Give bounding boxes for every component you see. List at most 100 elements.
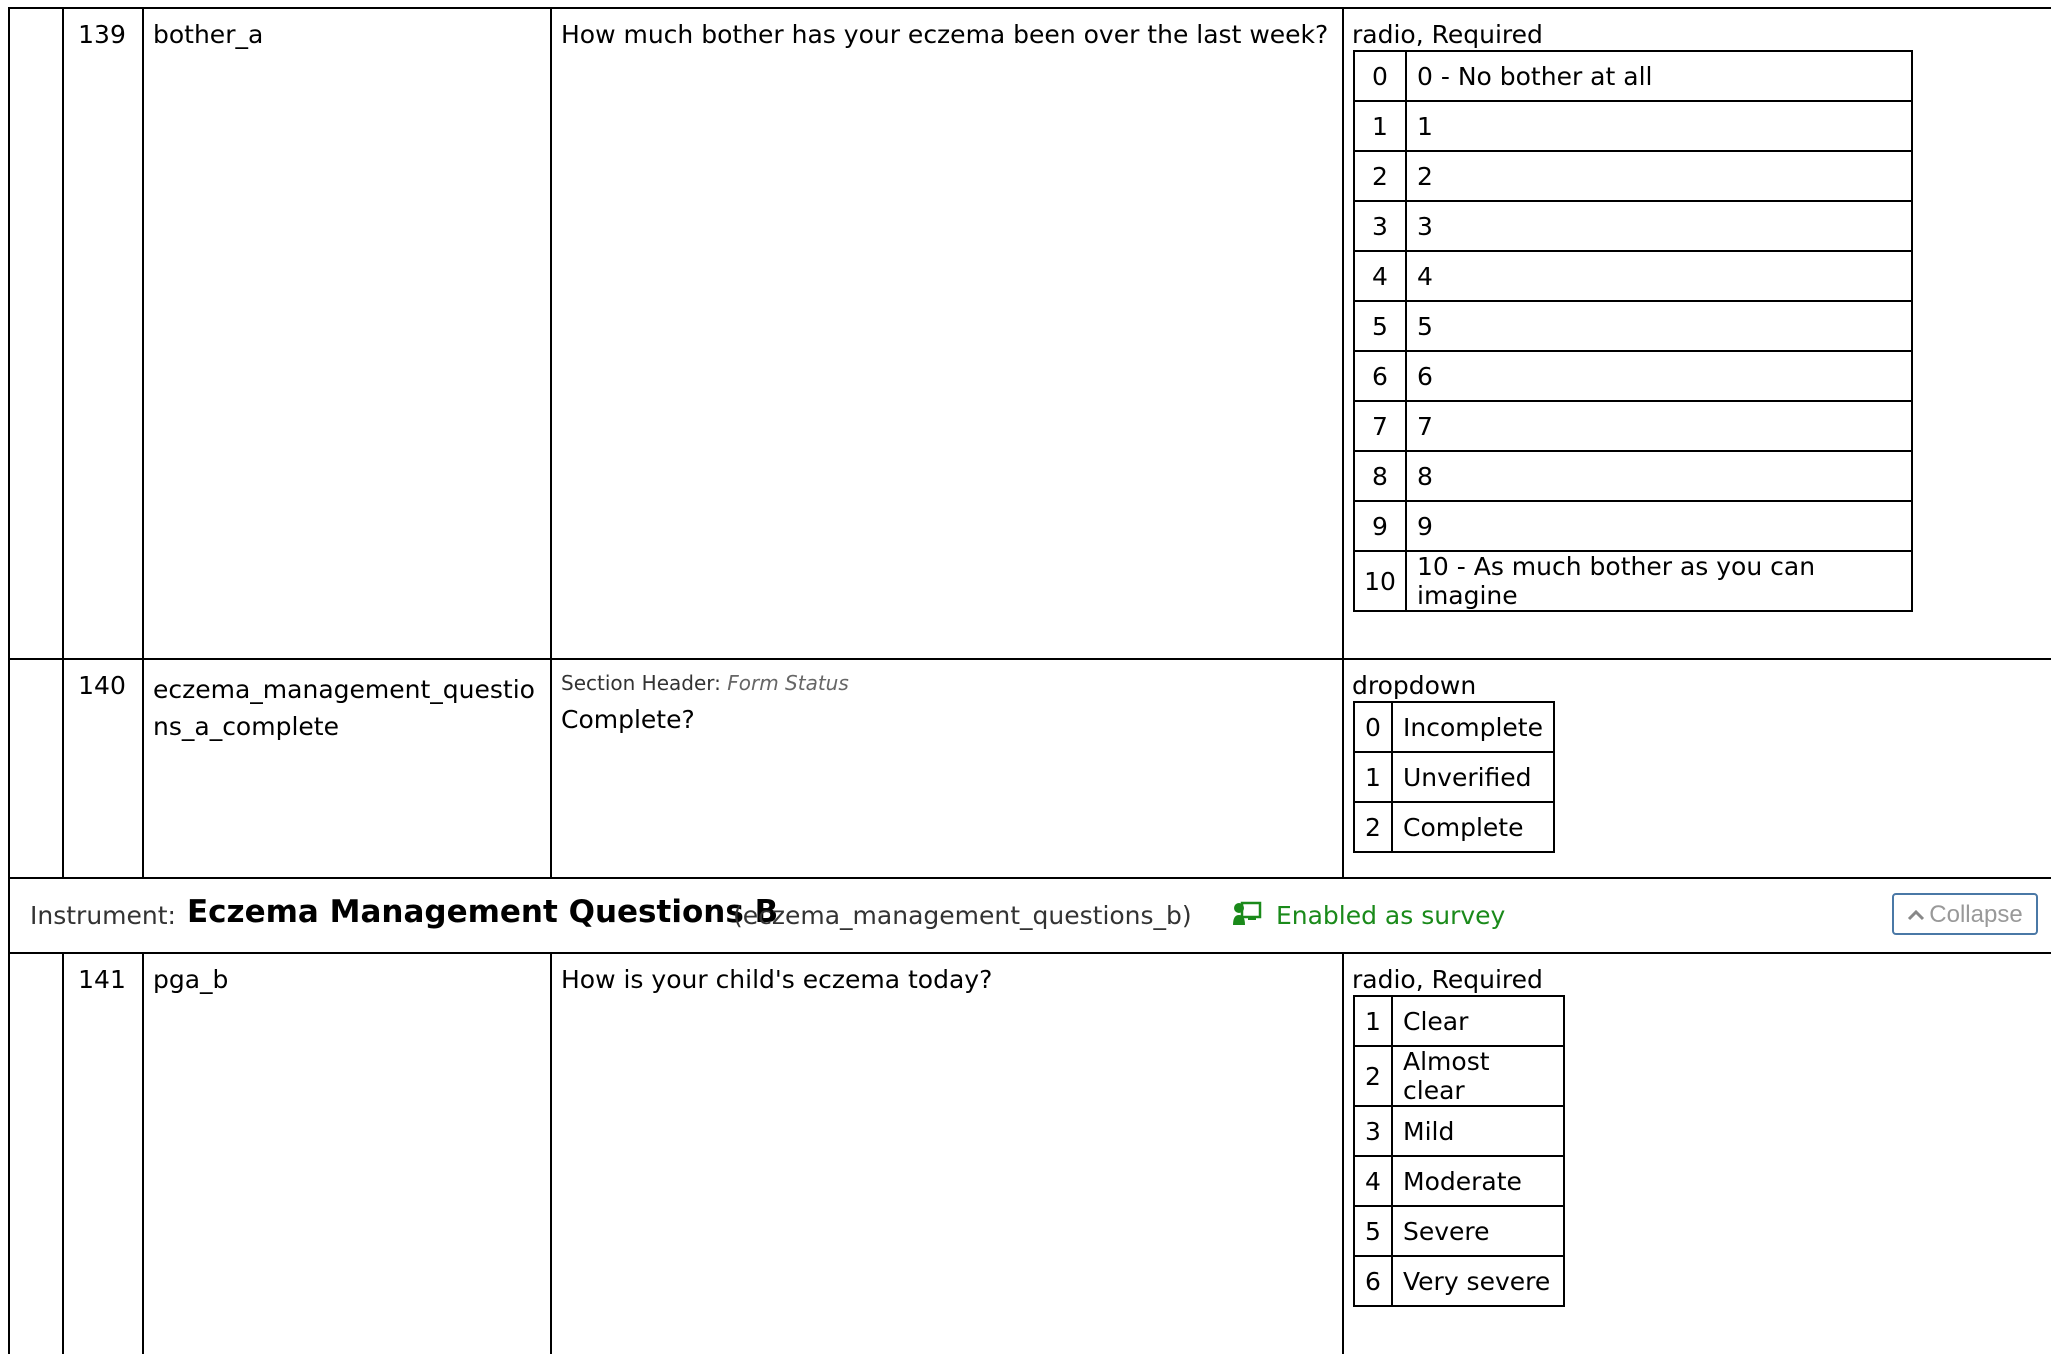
choice-label: Severe [1391, 1205, 1565, 1257]
field-type: dropdown [1352, 671, 1477, 700]
choice-row: 10 10 - As much bother as you can imagine [1353, 550, 1913, 612]
choice-label: Almost clear [1391, 1045, 1565, 1107]
field-attributes: radio, Required 00 - No bother at all 11… [1342, 9, 2051, 658]
field-attributes: dropdown 0 Incomplete 1 Unverified 2 Comple… [1342, 660, 2051, 877]
choice-code: 6 [1353, 350, 1407, 402]
field-row: 141 pga_b How is your child's eczema tod… [8, 954, 2051, 1354]
choice-code: 3 [1353, 1105, 1393, 1157]
choice-code: 5 [1353, 300, 1407, 352]
choice-row: 3 Mild [1353, 1105, 1565, 1157]
choices-table: 00 - No bother at all 11 22 33 44 55 66 … [1353, 50, 1913, 612]
choices-table: 0 Incomplete 1 Unverified 2 Complete [1353, 701, 1555, 853]
field-label: How is your child's eczema today? [550, 954, 1344, 1354]
choice-code: 2 [1353, 1045, 1393, 1107]
choice-label: Complete [1391, 801, 1555, 853]
choice-label: 10 - As much bother as you can imagine [1405, 550, 1913, 612]
survey-status-text: Enabled as survey [1275, 901, 1506, 930]
choice-row: 00 - No bother at all [1353, 50, 1913, 102]
choice-code: 1 [1353, 100, 1407, 152]
choice-code: 5 [1353, 1205, 1393, 1257]
field-table-bottom: 141 pga_b How is your child's eczema tod… [8, 954, 2051, 1354]
choice-code: 6 [1353, 1255, 1393, 1307]
row-spacer-cell [8, 660, 64, 877]
choice-row: 88 [1353, 450, 1913, 502]
choice-label: 0 - No bother at all [1405, 50, 1913, 102]
section-header-label: Section Header: [561, 671, 721, 695]
choice-code: 1 [1353, 751, 1393, 803]
section-header: Section Header: Form Status [561, 671, 1332, 695]
chevron-up-icon [1907, 896, 1925, 934]
choice-code: 4 [1353, 250, 1407, 302]
choice-label: 7 [1405, 400, 1913, 452]
choice-code: 0 [1353, 50, 1407, 102]
choice-row: 99 [1353, 500, 1913, 552]
choice-code: 10 [1353, 550, 1407, 612]
choice-label: Very severe [1391, 1255, 1565, 1307]
choice-label: 4 [1405, 250, 1913, 302]
choice-code: 9 [1353, 500, 1407, 552]
field-label: How much bother has your eczema been ove… [550, 9, 1344, 658]
field-label: Complete? [561, 705, 695, 734]
choice-label: Incomplete [1391, 701, 1555, 753]
choice-label: 1 [1405, 100, 1913, 152]
choice-row: 0 Incomplete [1353, 701, 1555, 753]
row-spacer-cell [8, 954, 64, 1354]
field-variable-name: bother_a [142, 9, 552, 658]
choice-row: 77 [1353, 400, 1913, 452]
choice-code: 2 [1353, 150, 1407, 202]
choice-row: 55 [1353, 300, 1913, 352]
choice-label: 6 [1405, 350, 1913, 402]
choice-code: 8 [1353, 450, 1407, 502]
choice-label: 5 [1405, 300, 1913, 352]
instrument-header: Instrument: Eczema Management Questions … [8, 878, 2051, 954]
choice-row: 11 [1353, 100, 1913, 152]
choice-row: 1 Unverified [1353, 751, 1555, 803]
collapse-button[interactable]: Collapse [1892, 893, 2038, 935]
field-variable-name: pga_b [142, 954, 552, 1354]
field-attributes: radio, Required 1 Clear 2 Almost clear 3 Mi… [1342, 954, 2051, 1354]
instrument-title: Eczema Management Questions B [187, 894, 779, 930]
choice-label: Clear [1391, 995, 1565, 1047]
field-number: 141 [62, 954, 144, 1354]
field-row: 139 bother_a How much bother has your ec… [8, 9, 2051, 660]
field-row: 140 eczema_management_questions_a_comple… [8, 660, 2051, 879]
field-type: radio, Required [1352, 20, 1543, 49]
choice-code: 1 [1353, 995, 1393, 1047]
choice-row: 1 Clear [1353, 995, 1565, 1047]
choices-table: 1 Clear 2 Almost clear 3 Mild 4 Moderate 5 Se… [1353, 995, 1565, 1307]
choice-code: 3 [1353, 200, 1407, 252]
codebook-page: 139 bother_a How much bother has your ec… [0, 0, 2051, 1354]
choice-code: 2 [1353, 801, 1393, 853]
row-spacer-cell [8, 9, 64, 658]
choice-row: 2 Almost clear [1353, 1045, 1565, 1107]
choice-row: 22 [1353, 150, 1913, 202]
instrument-variable: (eczema_management_questions_b) [733, 901, 1192, 930]
chalkboard-user-icon [1232, 901, 1262, 933]
choice-label: 3 [1405, 200, 1913, 252]
choice-label: 8 [1405, 450, 1913, 502]
field-number: 139 [62, 9, 144, 658]
choice-label: 9 [1405, 500, 1913, 552]
choice-row: 66 [1353, 350, 1913, 402]
instrument-prefix: Instrument: [30, 901, 176, 930]
field-type: radio, Required [1352, 965, 1543, 994]
choice-code: 4 [1353, 1155, 1393, 1207]
choice-label: Mild [1391, 1105, 1565, 1157]
choice-row: 44 [1353, 250, 1913, 302]
choice-code: 7 [1353, 400, 1407, 452]
choice-row: 4 Moderate [1353, 1155, 1565, 1207]
choice-code: 0 [1353, 701, 1393, 753]
choice-label: Moderate [1391, 1155, 1565, 1207]
choice-label: 2 [1405, 150, 1913, 202]
field-table-top: 139 bother_a How much bother has your ec… [8, 7, 2051, 879]
collapse-label: Collapse [1929, 901, 2023, 928]
survey-status: Enabled as survey [1232, 901, 1505, 933]
field-variable-name: eczema_management_questions_a_complete [142, 660, 552, 877]
choice-row: 2 Complete [1353, 801, 1555, 853]
field-label-cell: Section Header: Form Status Complete? [550, 660, 1344, 877]
section-header-value: Form Status [727, 671, 849, 695]
choice-row: 33 [1353, 200, 1913, 252]
field-number: 140 [62, 660, 144, 877]
choice-row: 5 Severe [1353, 1205, 1565, 1257]
choice-label: Unverified [1391, 751, 1555, 803]
